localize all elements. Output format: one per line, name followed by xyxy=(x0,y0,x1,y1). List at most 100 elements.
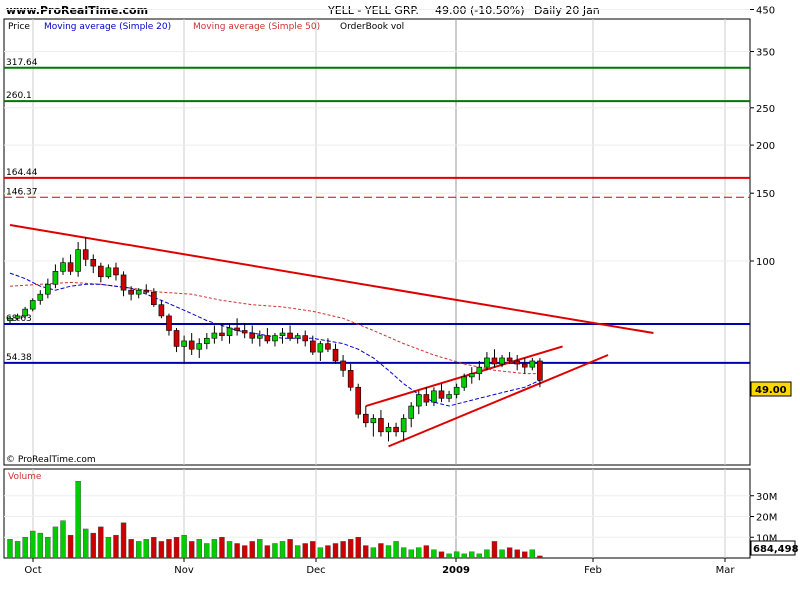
candle-body xyxy=(521,363,528,368)
candle-body xyxy=(22,308,28,317)
volume-bar xyxy=(279,541,286,559)
volume-bar xyxy=(408,549,414,559)
stock-chart: www.ProRealTime.com YELL - YELL GRP. 49.… xyxy=(3,4,799,576)
legend-ma20: Moving average (Simple 20) xyxy=(44,22,171,32)
volume-bar xyxy=(105,537,112,559)
current-price-label: 49.00 xyxy=(755,385,787,396)
volume-bar xyxy=(226,541,233,559)
legend-orderbook: OrderBook vol xyxy=(340,22,404,32)
candle-body xyxy=(484,357,490,368)
volume-bar xyxy=(257,539,263,559)
candle-body xyxy=(226,327,233,336)
site-title[interactable]: www.ProRealTime.com xyxy=(6,4,148,17)
candle-body xyxy=(257,335,263,339)
candle-body xyxy=(317,343,324,353)
candle-body xyxy=(98,265,104,278)
volume-bar xyxy=(14,541,21,559)
price-tick-label: 150 xyxy=(756,189,775,200)
volume-bar xyxy=(30,530,36,559)
candle-body xyxy=(264,335,271,342)
volume-bar xyxy=(241,545,248,559)
volume-bar xyxy=(484,549,490,559)
x-tick-label: Nov xyxy=(174,565,194,576)
volume-bar xyxy=(37,532,43,559)
volume-bar xyxy=(461,553,467,559)
volume-bar xyxy=(363,545,369,559)
volume-bar xyxy=(506,547,513,559)
candle-body xyxy=(476,366,483,374)
volume-bar xyxy=(90,532,96,559)
volume-bar xyxy=(453,551,460,559)
volume-bar xyxy=(355,537,361,559)
candle-body xyxy=(128,289,134,295)
x-tick-label: Mar xyxy=(716,565,736,576)
volume-bar xyxy=(173,537,180,559)
candle-body xyxy=(279,332,286,336)
candle-body xyxy=(491,357,498,365)
candle-body xyxy=(60,262,66,272)
candle-body xyxy=(340,360,346,371)
x-tick-label: Dec xyxy=(306,565,325,576)
volume-bar xyxy=(113,534,119,559)
candle-body xyxy=(302,335,309,342)
level-label: 54.38 xyxy=(6,353,32,363)
candle-body xyxy=(537,360,543,381)
volume-bar xyxy=(529,549,536,559)
volume-bar xyxy=(143,539,149,559)
candle-body xyxy=(90,259,97,267)
price-axis: 450 350 250 200 150 100 xyxy=(750,6,775,268)
volume-bar xyxy=(22,537,28,559)
candle-body xyxy=(188,340,195,350)
candle-body xyxy=(204,337,210,344)
candle-body xyxy=(461,376,468,388)
volume-bar xyxy=(347,539,354,559)
legend-price: Price xyxy=(8,22,30,32)
candle-body xyxy=(347,370,354,388)
candle-body xyxy=(400,418,407,433)
candle-body xyxy=(415,394,422,407)
candle-body xyxy=(143,289,150,293)
candle-body xyxy=(7,317,13,321)
candle-body xyxy=(438,390,445,399)
candle-body xyxy=(370,418,377,424)
volume-bar xyxy=(234,543,240,559)
volume-bar xyxy=(287,539,293,559)
candle-body xyxy=(325,343,331,350)
candle-body xyxy=(249,332,256,339)
volume-bar xyxy=(469,551,475,559)
candle-body xyxy=(294,335,301,339)
volume-bar xyxy=(340,541,346,559)
candle-body xyxy=(166,315,172,331)
volume-bar xyxy=(400,547,407,559)
volume-bar xyxy=(196,539,202,559)
candle-body xyxy=(158,304,165,317)
volume-bar xyxy=(416,547,422,559)
volume-bar xyxy=(264,545,271,559)
volume-bar xyxy=(514,549,520,559)
x-tick-label: Oct xyxy=(24,565,41,576)
volume-bar xyxy=(272,543,278,559)
candle-body xyxy=(37,293,44,301)
volume-bar xyxy=(120,522,127,559)
volume-bar xyxy=(249,541,255,559)
candle-body xyxy=(446,394,452,399)
candle-body xyxy=(45,283,51,295)
volume-tick-label: 20M xyxy=(756,513,777,524)
volume-bar xyxy=(423,545,430,559)
volume-bar xyxy=(476,553,483,559)
watermark: © ProRealTime.com xyxy=(6,455,96,465)
volume-bar xyxy=(98,526,104,559)
candle-body xyxy=(506,357,513,362)
candle-body xyxy=(29,300,36,310)
candle-body xyxy=(234,327,240,331)
candle-body xyxy=(287,332,293,339)
volume-bar xyxy=(75,481,81,559)
volume-bar xyxy=(294,545,301,559)
price-tick-label: 250 xyxy=(756,104,775,115)
candle-body xyxy=(82,249,89,260)
candle-body xyxy=(453,386,460,395)
volume-bar xyxy=(310,541,316,559)
volume-bar xyxy=(325,545,331,559)
price-tick-label: 200 xyxy=(756,141,775,152)
volume-bar xyxy=(393,541,399,559)
